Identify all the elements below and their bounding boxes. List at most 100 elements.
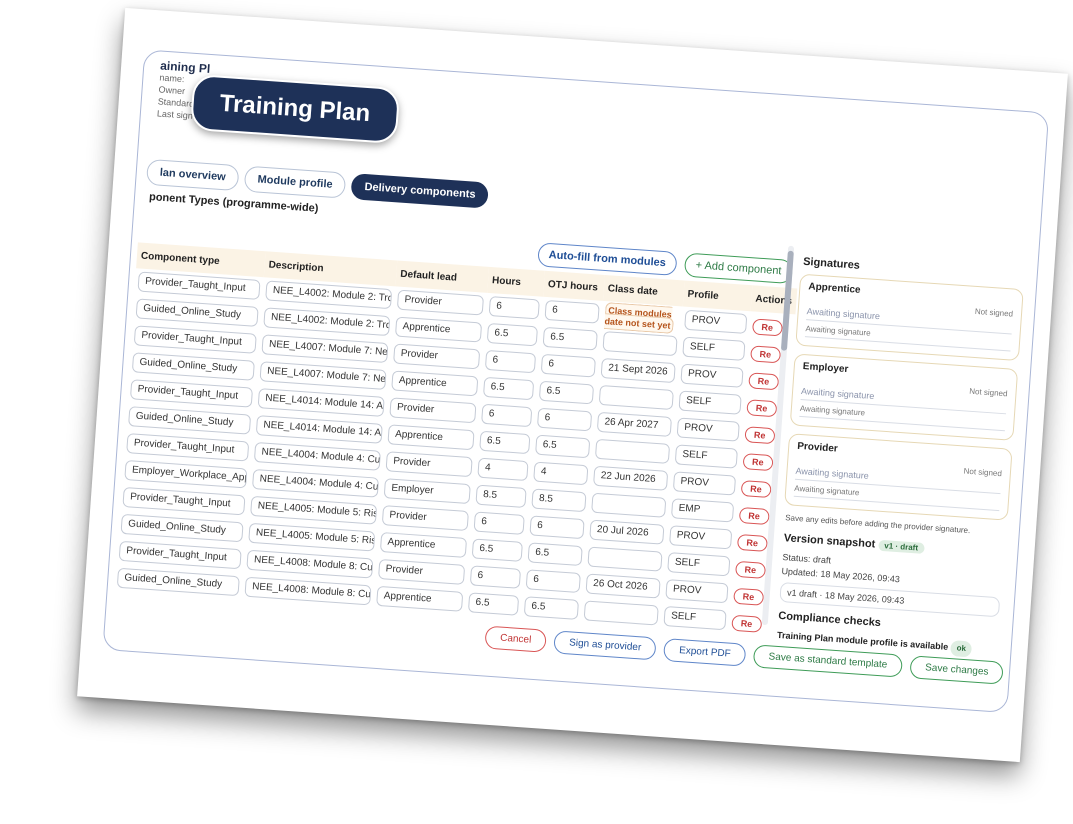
export-pdf-button[interactable]: Export PDF xyxy=(663,638,747,667)
default-lead-select[interactable]: Apprentice xyxy=(379,532,468,558)
signature-card-apprentice: Apprentice Not signed Awaiting signature… xyxy=(795,273,1024,362)
default-lead-select[interactable]: Apprentice xyxy=(391,370,479,397)
table-cell: 6.5 xyxy=(539,326,601,355)
table-cell: PROV xyxy=(666,524,736,554)
hours-input[interactable]: 8.5 xyxy=(475,484,527,509)
profile-select[interactable]: SELF xyxy=(682,336,746,361)
otj-hours-input[interactable]: 8.5 xyxy=(531,488,587,513)
remove-button[interactable]: Re xyxy=(733,587,764,606)
components-table: Component type Description Default lead … xyxy=(113,240,797,639)
table-cell: 6 xyxy=(485,295,543,324)
tab-delivery-components[interactable]: Delivery components xyxy=(350,173,490,209)
remove-button[interactable]: Re xyxy=(752,317,783,336)
remove-button[interactable]: Re xyxy=(736,533,768,552)
default-lead-select[interactable]: Apprentice xyxy=(387,424,475,451)
otj-hours-input[interactable]: 6.5 xyxy=(535,434,591,459)
class-date-input[interactable] xyxy=(598,384,674,411)
hours-input[interactable]: 6 xyxy=(473,511,525,535)
profile-select[interactable]: SELF xyxy=(678,390,742,415)
screenshot-card: aining Pl name: Owner Standard: NEE_L4 L… xyxy=(77,7,1068,763)
table-cell: Apprentice xyxy=(388,369,482,400)
remove-button[interactable]: Re xyxy=(748,371,779,390)
otj-hours-input[interactable]: 6.5 xyxy=(527,542,583,567)
profile-select[interactable]: EMP xyxy=(670,498,735,523)
hours-input[interactable]: 6.5 xyxy=(482,376,535,401)
table-cell: 6 xyxy=(467,564,525,593)
otj-hours-input[interactable]: 6.5 xyxy=(542,326,598,351)
profile-select[interactable]: PROV xyxy=(676,417,740,442)
class-date-input[interactable]: 22 Jun 2026 xyxy=(593,465,669,491)
remove-button[interactable]: Re xyxy=(742,452,774,471)
table-cell: 4 xyxy=(474,456,532,485)
profile-select[interactable]: PROV xyxy=(672,471,737,496)
hours-input[interactable]: 6.5 xyxy=(471,538,523,562)
profile-select[interactable]: PROV xyxy=(680,363,744,388)
table-cell: SELF xyxy=(664,551,734,581)
default-lead-select[interactable]: Provider xyxy=(396,289,485,316)
profile-select[interactable]: PROV xyxy=(669,525,733,550)
table-cell: PROV xyxy=(670,470,740,500)
profile-select[interactable]: SELF xyxy=(674,444,738,469)
default-lead-select[interactable]: Employer xyxy=(383,478,471,505)
default-lead-select[interactable]: Provider xyxy=(385,451,473,478)
default-lead-select[interactable]: Provider xyxy=(393,343,481,370)
tab-module-profile[interactable]: Module profile xyxy=(243,165,347,199)
class-date-input[interactable] xyxy=(602,331,678,357)
default-lead-select[interactable]: Apprentice xyxy=(394,316,483,343)
profile-select[interactable]: SELF xyxy=(663,605,727,631)
class-date-input[interactable]: 26 Apr 2027 xyxy=(596,411,673,437)
profile-select[interactable]: PROV xyxy=(684,309,748,334)
otj-hours-input[interactable]: 6 xyxy=(544,299,600,324)
hours-input[interactable]: 6 xyxy=(469,565,522,589)
class-date-warning[interactable]: Class modules date not set yet xyxy=(604,301,674,334)
hours-input[interactable]: 6 xyxy=(484,349,537,374)
remove-button[interactable]: Re xyxy=(735,560,766,579)
table-cell: Class modules date not set yet xyxy=(601,301,683,334)
table-cell: 26 Apr 2027 xyxy=(594,411,676,442)
class-date-input[interactable]: 20 Jul 2026 xyxy=(589,519,665,545)
table-cell: SELF xyxy=(660,605,730,635)
default-lead-select[interactable]: Provider xyxy=(378,558,466,585)
hours-input[interactable]: 6.5 xyxy=(479,430,531,455)
hours-input[interactable]: 6 xyxy=(488,296,540,320)
hours-input[interactable]: 6.5 xyxy=(486,322,539,347)
otj-hours-input[interactable]: 6.5 xyxy=(523,596,580,620)
default-lead-select[interactable]: Apprentice xyxy=(376,585,464,612)
hours-input[interactable]: 6 xyxy=(481,403,533,428)
otj-hours-input[interactable]: 4 xyxy=(533,461,589,486)
col-default-lead: Default lead xyxy=(395,260,490,293)
remove-button[interactable]: Re xyxy=(740,479,772,498)
screenshot-scene: aining Pl name: Owner Standard: NEE_L4 L… xyxy=(0,0,1073,824)
sign-as-provider-button[interactable]: Sign as provider xyxy=(553,630,657,661)
profile-select[interactable]: SELF xyxy=(667,552,731,577)
tab-plan-overview[interactable]: lan overview xyxy=(145,158,240,192)
table-cell: 6 xyxy=(541,299,603,328)
table-cell: SELF xyxy=(671,443,741,473)
default-lead-select[interactable]: Provider xyxy=(381,505,469,532)
profile-select[interactable]: PROV xyxy=(665,579,729,604)
remove-button[interactable]: Re xyxy=(746,398,777,417)
class-date-input[interactable] xyxy=(583,600,659,626)
default-lead-select[interactable]: Provider xyxy=(389,397,477,424)
table-cell: 6.5 xyxy=(480,376,538,405)
table-cell: 6 xyxy=(482,349,540,378)
class-date-input[interactable]: 21 Sept 2026 xyxy=(600,357,676,384)
otj-hours-input[interactable]: 6.5 xyxy=(538,380,595,405)
hours-input[interactable]: 4 xyxy=(477,457,529,482)
class-date-input[interactable] xyxy=(594,438,671,464)
otj-hours-input[interactable]: 6 xyxy=(536,407,593,432)
class-date-input[interactable] xyxy=(591,492,667,518)
otj-hours-input[interactable]: 6 xyxy=(529,515,585,540)
class-date-input[interactable]: 26 Oct 2026 xyxy=(585,573,661,599)
col-profile: Profile xyxy=(682,280,753,312)
remove-button[interactable]: Re xyxy=(731,614,762,633)
remove-button[interactable]: Re xyxy=(750,344,781,363)
cancel-button[interactable]: Cancel xyxy=(484,625,548,653)
otj-hours-input[interactable]: 6 xyxy=(525,569,581,593)
hours-input[interactable]: 6.5 xyxy=(467,592,520,616)
remove-button[interactable]: Re xyxy=(738,506,770,525)
otj-hours-input[interactable]: 6 xyxy=(540,353,596,378)
class-date-input[interactable] xyxy=(587,546,663,572)
remove-button[interactable]: Re xyxy=(744,425,776,444)
table-cell: 6.5 xyxy=(465,591,523,620)
